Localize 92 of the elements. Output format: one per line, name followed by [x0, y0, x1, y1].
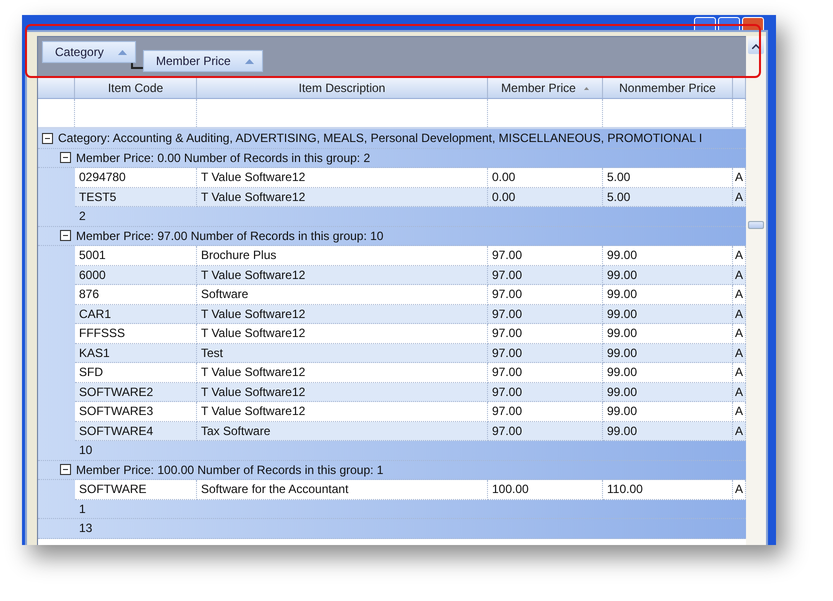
collapse-icon[interactable] — [42, 132, 53, 144]
column-header[interactable]: Item Description — [197, 78, 488, 98]
table-cell: T Value Software12 — [197, 266, 488, 285]
table-cell: 97.00 — [488, 285, 603, 304]
chevron-up-icon — [752, 44, 760, 48]
table-cell: SOFTWARE3 — [75, 402, 197, 422]
table-cell: KAS1 — [75, 344, 197, 363]
table-cell: 99.00 — [603, 382, 733, 402]
sort-ascending-icon — [118, 50, 127, 54]
table-cell: A — [733, 480, 746, 500]
table-cell: 97.00 — [488, 304, 603, 324]
table-cell: 97.00 — [488, 266, 603, 285]
column-header[interactable]: Item Code — [75, 78, 197, 98]
group-label: Member Price: 100.00 Number of Records in this group: 1 — [76, 462, 384, 477]
table-cell: A — [733, 188, 746, 207]
table-cell: 99.00 — [603, 422, 733, 441]
group-count: 1 — [78, 502, 86, 516]
table-cell: A — [733, 246, 746, 266]
vertical-scrollbar[interactable] — [746, 36, 766, 545]
table-cell: Test — [197, 344, 488, 363]
table-cell: 99.00 — [603, 266, 733, 285]
collapse-icon[interactable] — [60, 464, 71, 476]
group-row[interactable]: Member Price: 97.00 Number of Records in this group: 10 — [38, 226, 746, 246]
table-cell: 99.00 — [603, 324, 733, 344]
column-header[interactable]: Nonmember Price — [603, 78, 733, 98]
table-cell: 5001 — [75, 246, 197, 266]
table-cell: A — [733, 266, 746, 285]
table-cell: 110.00 — [603, 480, 733, 500]
collapse-icon[interactable] — [60, 230, 71, 242]
table-cell: 97.00 — [488, 422, 603, 441]
group-count: 2 — [78, 209, 86, 224]
table-cell: A — [733, 324, 746, 344]
table-cell: 97.00 — [488, 324, 603, 344]
table-cell: A — [733, 363, 746, 382]
table-cell: 0.00 — [488, 168, 603, 188]
scroll-thumb[interactable] — [748, 221, 764, 229]
group-row[interactable]: Member Price: 0.00 Number of Records in this group: 2 — [38, 148, 746, 168]
table-cell: 5.00 — [603, 188, 733, 207]
table-cell: T Value Software12 — [197, 382, 488, 402]
table-cell: SFD — [75, 363, 197, 382]
table-cell: Software — [197, 285, 488, 304]
table-cell: A — [733, 402, 746, 422]
table-cell: 99.00 — [603, 344, 733, 363]
table-cell: SOFTWARE4 — [75, 422, 197, 441]
table-cell: 99.00 — [603, 363, 733, 382]
group-count: 10 — [78, 443, 92, 458]
table-cell: A — [733, 344, 746, 363]
table-cell: 97.00 — [488, 344, 603, 363]
table-cell: 97.00 — [488, 402, 603, 422]
table-cell: 100.00 — [488, 480, 603, 500]
table-cell: TEST5 — [75, 188, 197, 207]
table-cell: A — [733, 304, 746, 324]
group-row[interactable]: Member Price: 100.00 Number of Records in this group: 1 — [38, 460, 746, 480]
table-cell: A — [733, 168, 746, 188]
table-cell: 97.00 — [488, 363, 603, 382]
table-cell: A — [733, 382, 746, 402]
column-header[interactable]: Member Price — [488, 78, 603, 98]
table-cell: Software for the Accountant — [197, 480, 488, 500]
table-cell: 5.00 — [603, 168, 733, 188]
table-cell: 99.00 — [603, 246, 733, 266]
table-cell: Brochure Plus — [197, 246, 488, 266]
group-label: Member Price: 0.00 Number of Records in this group: 2 — [76, 150, 370, 165]
table-cell: SOFTWARE2 — [75, 382, 197, 402]
group-by-chip[interactable]: Category — [42, 41, 136, 63]
collapse-icon[interactable] — [60, 152, 71, 164]
group-label: Category: Accounting & Auditing, ADVERTISING, MEALS, Personal Development, MISCELLANEOUS, PROMOTIONAL I — [58, 131, 702, 146]
table-cell: A — [733, 285, 746, 304]
table-cell: T Value Software12 — [197, 188, 488, 207]
table-cell: 99.00 — [603, 285, 733, 304]
table-cell: 97.00 — [488, 382, 603, 402]
table-cell: T Value Software12 — [197, 324, 488, 344]
table-cell: 99.00 — [603, 402, 733, 422]
group-by-chip[interactable]: Member Price — [143, 50, 263, 72]
table-cell: Tax Software — [197, 422, 488, 441]
group-label: Member Price: 97.00 Number of Records in this group: 10 — [76, 228, 384, 243]
group-row[interactable]: Category: Accounting & Auditing, ADVERTISING, MEALS, Personal Development, MISCELLANEOUS, PROMOTIONAL I — [38, 129, 746, 148]
table-cell: SOFTWARE — [75, 480, 197, 500]
group-count: 13 — [78, 521, 92, 536]
sort-ascending-icon — [244, 58, 254, 64]
table-cell: 6000 — [75, 266, 197, 285]
table-cell: 0.00 — [488, 188, 603, 207]
table-cell: 0294780 — [75, 168, 197, 188]
table-cell: T Value Software12 — [197, 402, 488, 422]
table-cell: T Value Software12 — [197, 363, 488, 382]
table-cell: A — [733, 422, 746, 441]
table-cell: 99.00 — [603, 304, 733, 324]
table-cell: T Value Software12 — [197, 168, 488, 188]
table-cell: 97.00 — [488, 246, 603, 266]
table-cell: CAR1 — [75, 304, 197, 324]
table-cell: FFFSSS — [75, 324, 197, 344]
table-cell: T Value Software12 — [197, 304, 488, 324]
table-cell: 876 — [75, 285, 197, 304]
